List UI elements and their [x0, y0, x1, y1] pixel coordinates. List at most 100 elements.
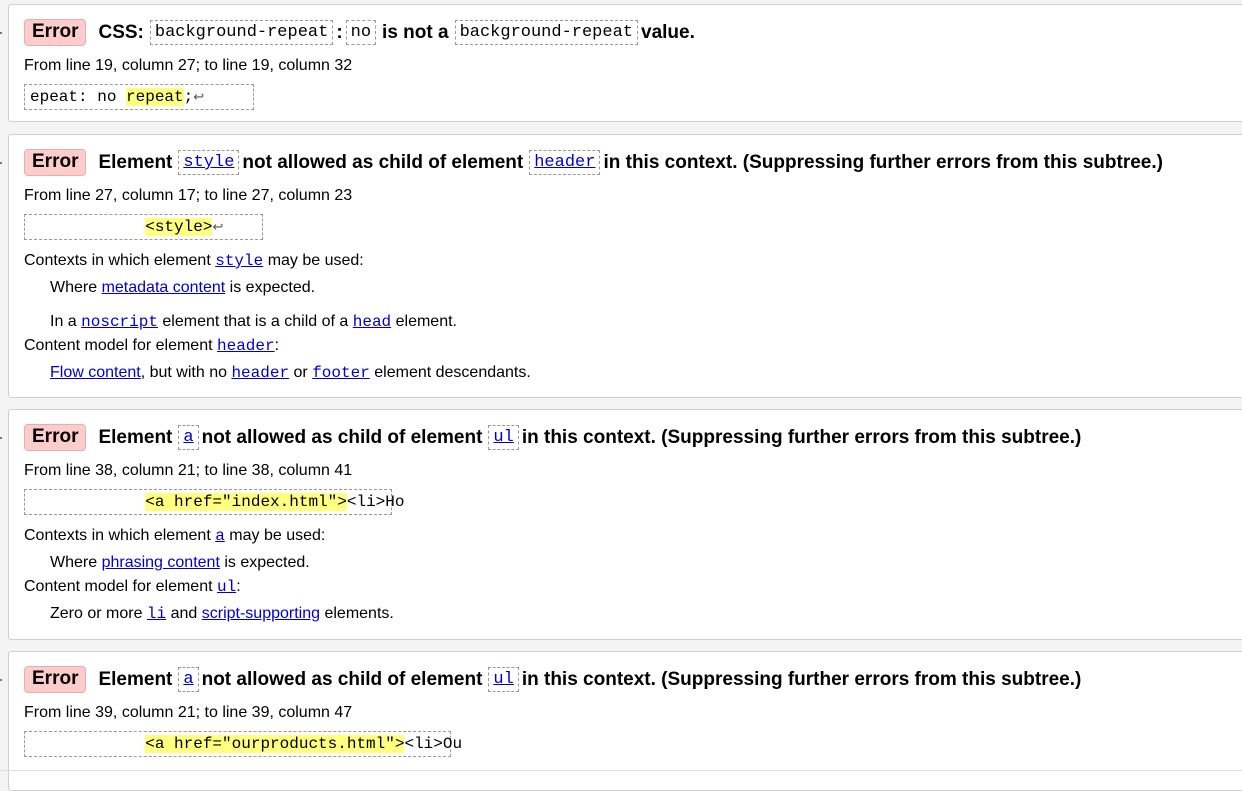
context-item: In a noscript element that is a child of… — [50, 313, 457, 331]
element-link-a[interactable]: a — [178, 425, 199, 450]
error-badge: Error — [24, 666, 87, 693]
extract-text: epeat: no — [30, 88, 127, 106]
error-heading: Error Element style not allowed as child… — [24, 149, 1163, 176]
error-badge: Error — [24, 424, 87, 451]
heading-text: not allowed as child of element — [242, 151, 524, 173]
margin-marker — [0, 162, 2, 164]
heading-text: Element — [98, 151, 173, 173]
label-text: may be used: — [267, 252, 364, 269]
label-text: element that is a child of a — [162, 313, 349, 330]
extract-text: <li>Ou — [404, 735, 463, 753]
content-model-line: Content model for element header: — [24, 337, 279, 355]
script-supporting-link[interactable]: script-supporting — [202, 605, 320, 622]
return-icon: ↩ — [193, 90, 205, 105]
heading-prefix: CSS: — [98, 21, 144, 43]
label-text: Content model for element — [24, 578, 213, 595]
label-text: or — [293, 364, 308, 381]
element-link-footer[interactable]: footer — [312, 364, 370, 382]
error-message-2: Error Element style not allowed as child… — [8, 134, 1242, 398]
heading-text: is not a — [382, 21, 449, 43]
element-link-header[interactable]: header — [217, 337, 275, 355]
error-heading: Error Element a not allowed as child of … — [24, 424, 1081, 451]
heading-text: in this context. (Suppressing further er… — [521, 668, 1082, 690]
error-badge: Error — [24, 149, 87, 176]
contexts-line: Contexts in which element a may be used: — [24, 527, 325, 545]
context-item: Where phrasing content is expected. — [50, 554, 310, 572]
element-link-noscript[interactable]: noscript — [81, 313, 158, 331]
element-link-style[interactable]: style — [178, 150, 240, 175]
extract-text: ; — [183, 88, 194, 106]
error-heading: Error CSS: background-repeat : no is not… — [24, 19, 695, 46]
extract-text — [30, 735, 145, 753]
heading-text: in this context. (Suppressing further er… — [521, 426, 1082, 448]
extract-text: <li>Ho — [346, 493, 405, 511]
heading-text: value. — [641, 21, 695, 43]
css-value-code: no — [345, 20, 377, 45]
context-item: Where metadata content is expected. — [50, 279, 315, 297]
flow-content-link[interactable]: Flow content — [50, 364, 141, 381]
element-link-header[interactable]: header — [529, 150, 601, 175]
extract-text — [30, 218, 145, 236]
element-link-li[interactable]: li — [147, 605, 166, 623]
extract-highlight: <style> — [145, 218, 213, 236]
css-property-code: background-repeat — [454, 20, 638, 45]
label-text: , but with no — [140, 364, 227, 381]
element-link-header[interactable]: header — [231, 364, 289, 382]
extract-highlight: repeat — [126, 88, 184, 106]
label-text: Zero or more — [50, 605, 143, 622]
heading-text: not allowed as child of element — [201, 668, 483, 690]
label-text: element descendants. — [374, 364, 531, 381]
extract-highlight: <a href="index.html"> — [145, 493, 347, 511]
heading-text: Element — [98, 426, 173, 448]
element-link-ul[interactable]: ul — [488, 667, 519, 692]
phrasing-content-link[interactable]: phrasing content — [102, 554, 220, 571]
label-text: Where — [50, 554, 98, 571]
page-divider — [0, 770, 1242, 771]
label-text: elements. — [324, 605, 394, 622]
return-icon: ↩ — [212, 220, 224, 235]
element-link-head[interactable]: head — [353, 313, 391, 331]
label-text: is expected. — [224, 554, 310, 571]
label-text: and — [170, 605, 198, 622]
heading-text: in this context. (Suppressing further er… — [603, 151, 1163, 173]
error-heading: Error Element a not allowed as child of … — [24, 666, 1081, 693]
contexts-line: Contexts in which element style may be u… — [24, 252, 364, 270]
css-property-code: background-repeat — [149, 20, 334, 45]
label-text: is expected. — [229, 279, 316, 296]
source-extract: <a href="ourproducts.html"><li>Ou — [24, 731, 462, 757]
source-extract: <a href="index.html"><li>Ho — [24, 489, 404, 515]
label-text: element. — [395, 313, 457, 330]
element-link-style[interactable]: style — [215, 252, 263, 270]
source-extract: <style>↩ — [24, 214, 263, 240]
element-link-a[interactable]: a — [215, 527, 225, 545]
error-message-1: Error CSS: background-repeat : no is not… — [8, 4, 1242, 122]
content-model-line: Content model for element ul: — [24, 578, 241, 596]
source-location: From line 27, column 17; to line 27, col… — [24, 187, 353, 204]
heading-text: not allowed as child of element — [201, 426, 483, 448]
element-link-a[interactable]: a — [178, 667, 199, 692]
source-location: From line 19, column 27; to line 19, col… — [24, 57, 353, 74]
source-location: From line 39, column 21; to line 39, col… — [24, 704, 353, 721]
margin-marker — [0, 437, 2, 439]
element-link-ul[interactable]: ul — [217, 578, 236, 596]
label-text: Where — [50, 279, 98, 296]
margin-marker — [0, 32, 2, 34]
source-extract: epeat: no repeat;↩ — [24, 84, 254, 110]
margin-marker — [0, 679, 2, 681]
error-message-3: Error Element a not allowed as child of … — [8, 409, 1242, 640]
element-link-ul[interactable]: ul — [488, 425, 519, 450]
label-text: Content model for element — [24, 337, 213, 354]
label-text: : — [236, 578, 241, 595]
extract-text — [30, 493, 145, 511]
content-model-item: Zero or more li and script-supporting el… — [50, 605, 394, 623]
label-text: Contexts in which element — [24, 527, 211, 544]
heading-text: Element — [98, 668, 173, 690]
error-badge: Error — [24, 19, 87, 46]
source-location: From line 38, column 21; to line 38, col… — [24, 462, 353, 479]
label-text: may be used: — [229, 527, 326, 544]
label-text: Contexts in which element — [24, 252, 211, 269]
metadata-content-link[interactable]: metadata content — [102, 279, 226, 296]
content-model-item: Flow content, but with no header or foot… — [50, 364, 531, 382]
heading-colon: : — [336, 21, 343, 43]
extract-highlight: <a href="ourproducts.html"> — [145, 735, 405, 753]
